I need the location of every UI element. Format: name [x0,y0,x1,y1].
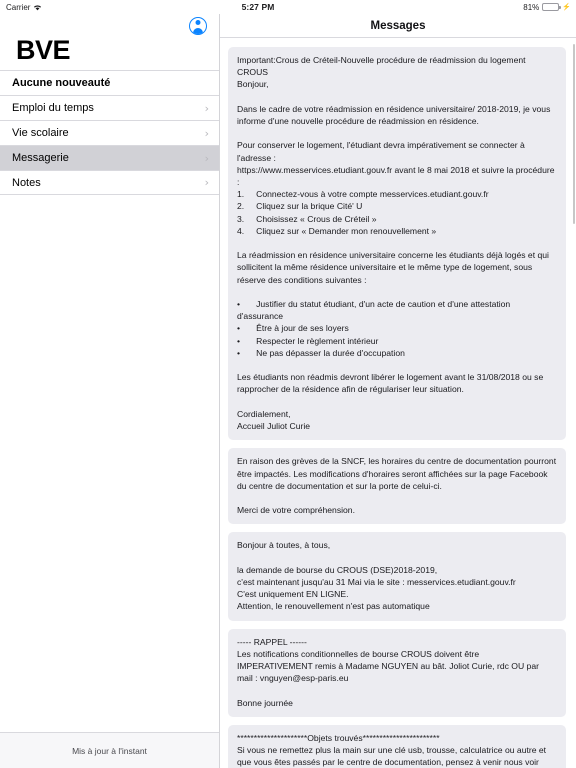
sidebar-item-aucune-nouveaute: Aucune nouveauté [0,70,219,95]
page-title: BVE [16,35,71,65]
status-bar: Carrier 5:27 PM 81% ⚡ [0,0,576,14]
split-view: BVE Aucune nouveauté Emploi du temps › V… [0,14,576,768]
messages-list[interactable]: Important:Crous de Créteil-Nouvelle proc… [220,38,576,768]
clock-label: 5:27 PM [241,2,275,12]
message-bubble: Important:Crous de Créteil-Nouvelle proc… [228,47,566,441]
navbar-title: Messages [370,19,426,32]
sidebar-item-label: Notes [12,176,41,189]
message-bubble: *********************Objets trouvés*****… [228,724,566,768]
sidebar: BVE Aucune nouveauté Emploi du temps › V… [0,14,220,768]
carrier-label: Carrier [6,2,31,12]
message-bubble: Bonjour à toutes, à tous, la demande de … [228,532,566,621]
avatar [190,18,206,34]
sidebar-list: Aucune nouveauté Emploi du temps › Vie s… [0,70,219,732]
battery-icon [542,3,561,11]
chevron-right-icon: › [204,126,209,140]
chevron-right-icon: › [204,151,209,165]
person-circle-icon[interactable] [189,16,207,35]
navigation-bar: Messages [220,14,576,38]
chevron-right-icon: › [204,176,209,189]
sidebar-item-label: Emploi du temps [12,102,94,114]
detail-pane: Messages Important:Crous de Créteil-Nouv… [220,14,576,768]
sidebar-refresh-status: Mis à jour à l'instant [0,732,219,768]
app-window: Carrier 5:27 PM 81% ⚡ BVE Aucune nouveau… [0,0,576,768]
sidebar-item-vie-scolaire[interactable]: Vie scolaire › [0,120,219,145]
sidebar-toolbar [0,14,219,37]
sidebar-item-notes[interactable]: Notes › [0,170,219,195]
lightning-bolt-icon: ⚡ [562,3,571,11]
status-bar-right: 81% ⚡ [523,3,571,12]
vertical-scrollbar[interactable] [572,44,575,224]
sidebar-item-label: Aucune nouveauté [12,77,111,89]
wifi-icon [33,4,42,11]
status-bar-clock: 5:27 PM [0,2,576,12]
battery-percent-label: 81% [523,2,540,12]
message-bubble: En raison des grèves de la SNCF, les hor… [228,448,566,525]
sidebar-item-label: Vie scolaire [12,127,69,139]
sidebar-item-label: Messagerie [12,152,69,164]
status-bar-left: Carrier [6,3,42,12]
chevron-right-icon: › [204,101,209,115]
message-bubble: ----- RAPPEL ------ Les notifications co… [228,628,566,717]
sidebar-item-messagerie[interactable]: Messagerie › [0,145,219,170]
sidebar-item-emploi-du-temps[interactable]: Emploi du temps › [0,95,219,120]
